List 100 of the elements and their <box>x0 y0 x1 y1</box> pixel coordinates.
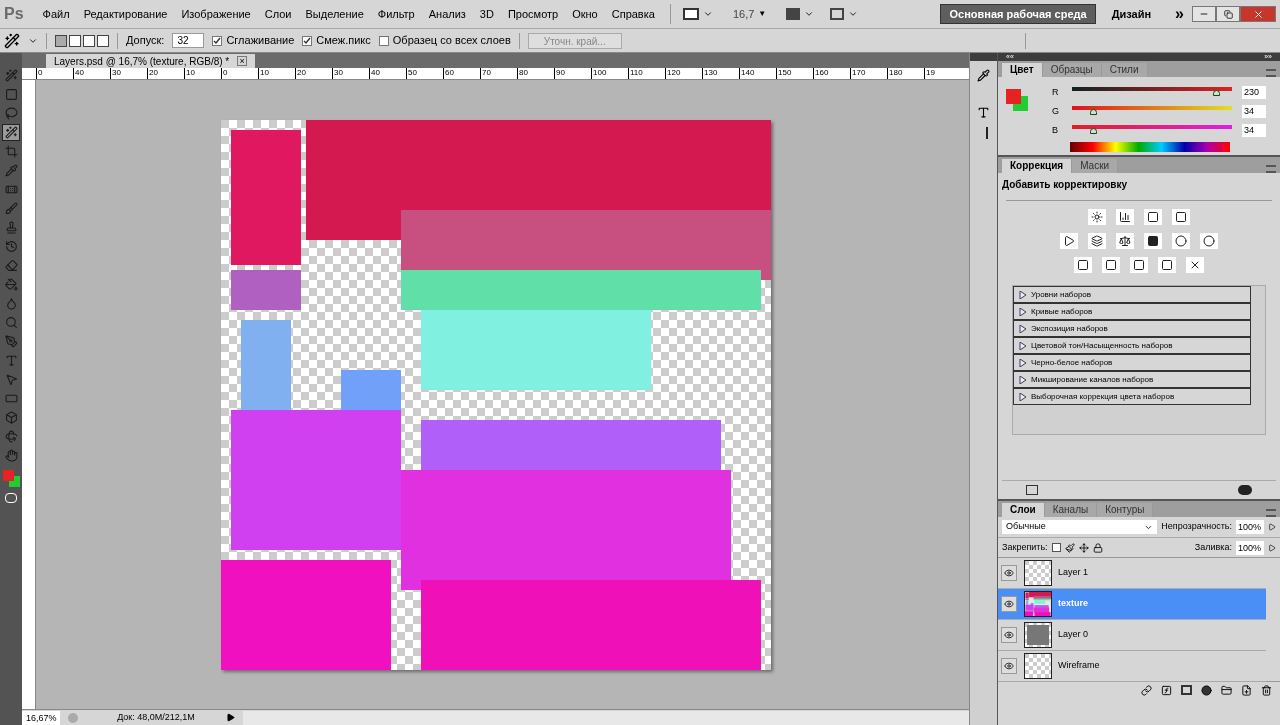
preset-row[interactable]: Микширование каналов наборов <box>1013 371 1251 388</box>
arrow-icon[interactable] <box>1268 523 1276 531</box>
menu-item[interactable]: Окно <box>565 5 605 23</box>
preset-row[interactable]: Кривые наборов <box>1013 303 1251 320</box>
selection-mode-icon[interactable] <box>83 34 95 47</box>
fill-field[interactable]: 100% <box>1236 540 1264 555</box>
panel-tab[interactable]: Образцы <box>1042 63 1102 77</box>
zoom-value[interactable]: 16,7 <box>732 5 755 23</box>
menu-item[interactable]: Слои <box>257 5 299 23</box>
wand-icon[interactable] <box>2 124 20 141</box>
arrange-icon[interactable] <box>786 8 801 20</box>
mask-icon[interactable] <box>1181 685 1192 695</box>
layer-row[interactable]: Wireframe <box>998 651 1266 682</box>
visibility-eye-icon[interactable] <box>1001 658 1017 674</box>
menu-item[interactable]: Выделение <box>298 5 371 23</box>
caret-icon[interactable] <box>804 9 815 19</box>
folder-icon[interactable] <box>1221 684 1232 696</box>
visibility-eye-icon[interactable] <box>1001 596 1017 612</box>
checkbox[interactable] <box>212 35 223 46</box>
panel-tab[interactable]: Цвет <box>1002 63 1043 77</box>
panel-tab[interactable]: Каналы <box>1044 503 1098 517</box>
lock-pixels-icon[interactable] <box>1051 543 1061 552</box>
panel-tab[interactable]: Маски <box>1072 159 1119 173</box>
foreground-swatch[interactable] <box>1006 89 1021 104</box>
slider-thumb[interactable] <box>1213 90 1220 96</box>
panel-menu-icon[interactable] <box>1266 509 1276 517</box>
menu-item[interactable]: Просмотр <box>500 5 566 23</box>
menu-item[interactable]: Справка <box>604 5 662 23</box>
function-icon[interactable] <box>1161 684 1172 696</box>
preset-row[interactable]: Цветовой тон/Насыщенность наборов <box>1013 337 1251 354</box>
menu-item[interactable]: Редактирование <box>76 5 175 23</box>
horizontal-scrollbar[interactable] <box>243 710 969 725</box>
screen-mode-icon[interactable] <box>682 8 699 20</box>
zoom-caret[interactable]: ▼ <box>758 8 767 20</box>
panel-tab[interactable]: Стили <box>1101 63 1148 77</box>
visibility-eye-icon[interactable] <box>1001 565 1017 581</box>
scales-icon[interactable] <box>1116 233 1134 249</box>
slider-thumb[interactable] <box>1090 128 1098 134</box>
preset-row[interactable]: Выборочная коррекция цвета наборов <box>1013 388 1251 405</box>
wand-icon[interactable] <box>4 32 20 49</box>
panel-tab[interactable]: Слои <box>1002 503 1045 517</box>
zoom-field[interactable]: 16,67% <box>22 710 60 725</box>
menu-item[interactable]: Изображение <box>174 5 258 23</box>
preset-row[interactable]: Уровни наборов <box>1013 286 1251 303</box>
frame-icon[interactable] <box>830 8 845 20</box>
adjustment-layer-icon[interactable] <box>1201 684 1212 696</box>
preset-row[interactable]: Экспозиция наборов <box>1013 320 1251 337</box>
channel-value-field[interactable]: 34 <box>1242 124 1266 137</box>
levels-icon[interactable] <box>1116 209 1134 225</box>
channel-slider[interactable] <box>1070 87 1234 98</box>
caret-icon[interactable] <box>848 9 859 19</box>
quick-mask-icon[interactable] <box>5 493 17 503</box>
lock-icon[interactable] <box>1092 542 1103 553</box>
new-layer-icon[interactable] <box>1241 684 1252 696</box>
layer-row[interactable]: Layer 0 <box>998 620 1266 651</box>
workspace-button[interactable]: Дизайн <box>1103 4 1160 24</box>
move-icon[interactable] <box>1078 542 1089 553</box>
checkbox[interactable] <box>378 35 389 46</box>
cross-icon[interactable] <box>1186 257 1204 273</box>
background-swatch[interactable] <box>1013 96 1028 111</box>
selection-mode-icon[interactable] <box>97 34 109 47</box>
type-icon[interactable] <box>977 106 990 119</box>
channel-slider[interactable] <box>1070 125 1234 136</box>
caret-icon[interactable] <box>702 9 713 19</box>
tab-close-button[interactable]: × <box>237 56 248 66</box>
visibility-eye-icon[interactable] <box>1001 627 1017 643</box>
channel-value-field[interactable]: 230 <box>1242 86 1266 99</box>
panel-menu-icon[interactable] <box>1266 165 1276 173</box>
arrow-icon[interactable] <box>1268 543 1276 552</box>
channel-value-field[interactable]: 34 <box>1242 105 1266 118</box>
panel-tab[interactable]: Контуры <box>1097 503 1154 517</box>
channel-slider[interactable] <box>1070 106 1234 117</box>
brightness-icon[interactable] <box>1088 209 1106 225</box>
document-tab[interactable]: Layers.psd @ 16,7% (texture, RGB/8) * × <box>46 54 256 68</box>
visibility-toggle-icon[interactable] <box>1238 485 1252 495</box>
checkbox[interactable] <box>302 35 313 46</box>
selection-mode-icon[interactable] <box>55 34 67 47</box>
selection-mode-icon[interactable] <box>69 34 81 47</box>
menu-item[interactable]: 3D <box>472 5 501 23</box>
color-spectrum[interactable] <box>1070 142 1230 152</box>
pipette-icon[interactable] <box>977 69 990 82</box>
clip-icon[interactable] <box>1026 485 1038 495</box>
slider-thumb[interactable] <box>1090 109 1098 115</box>
workspace-button[interactable]: Основная рабочая среда <box>940 4 1096 24</box>
more-button[interactable]: » <box>1175 2 1184 26</box>
panel-tab[interactable]: Коррекция <box>1002 159 1073 173</box>
opacity-field[interactable]: 100% <box>1236 520 1264 534</box>
background-swatch[interactable] <box>8 476 20 487</box>
preset-row[interactable]: Черно-белое наборов <box>1013 354 1251 371</box>
menu-item[interactable]: Анализ <box>421 5 473 23</box>
menu-item[interactable]: Файл <box>35 5 77 23</box>
minimize-button[interactable] <box>1192 6 1216 22</box>
restore-button[interactable] <box>1216 6 1240 22</box>
trash-icon[interactable] <box>1261 684 1272 696</box>
status-menu-icon[interactable] <box>226 713 235 722</box>
foreground-swatch[interactable] <box>2 470 14 481</box>
panel-menu-icon[interactable] <box>1266 69 1276 77</box>
blend-mode-select[interactable]: Обычные <box>1002 520 1157 534</box>
square-icon[interactable] <box>1074 257 1092 273</box>
brush-icon[interactable] <box>1064 542 1075 553</box>
